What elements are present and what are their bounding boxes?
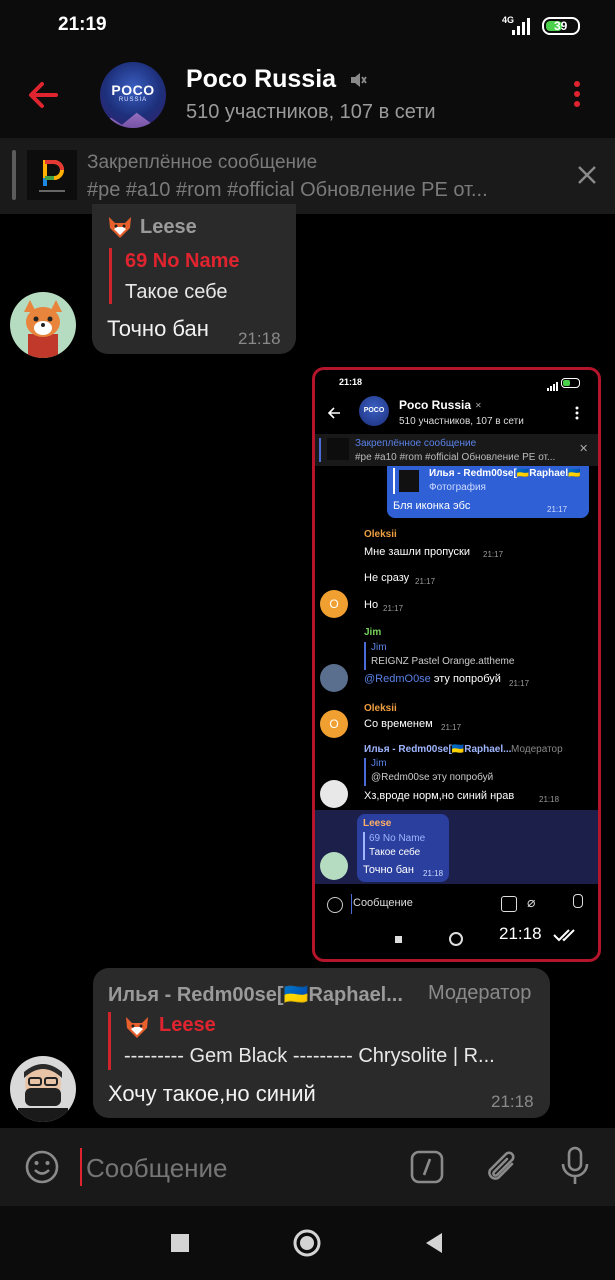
group-avatar: POCO (359, 396, 389, 426)
message-text: Точно бан (107, 316, 209, 341)
reply-sender[interactable]: Leese (159, 1014, 216, 1037)
message-text: Хочу такое,но синий (108, 1081, 316, 1106)
message-time: 21:18 (491, 1092, 534, 1111)
recents-button[interactable] (171, 1234, 189, 1252)
sender-name[interactable]: Leese (140, 216, 197, 239)
avatar: O (320, 590, 348, 618)
back-button[interactable] (424, 1232, 444, 1254)
double-check-icon (553, 928, 581, 942)
muted-icon: ✕ (475, 401, 482, 410)
avatar[interactable] (10, 1056, 76, 1122)
muted-icon (348, 70, 368, 90)
attach-icon[interactable] (484, 1148, 520, 1188)
reply-bar (108, 1012, 111, 1070)
sender-name[interactable]: Илья - Redm00se[🇺🇦Raphael... (108, 982, 403, 1007)
avatar (320, 780, 348, 808)
more-menu-icon[interactable] (570, 80, 584, 110)
home-button[interactable] (293, 1229, 321, 1257)
message-bubble: Leese 69 No Name Такое себе Точно бан 21… (357, 814, 449, 882)
text-cursor (80, 1148, 82, 1186)
fox-icon (124, 1014, 150, 1040)
group-title[interactable]: Poco Russia (186, 65, 336, 94)
reply-bar (109, 248, 112, 304)
role-label: Модератор (428, 982, 532, 1004)
message-bubble: Илья - Redm00se[🇺🇦Raphael🇺🇦 Фотография Б… (387, 466, 589, 518)
shot-time: 21:18 (339, 377, 363, 387)
message-time: 21:18 (238, 329, 281, 348)
overlay-time: 21:18 (499, 924, 542, 943)
group-subtitle: 510 участников, 107 в сети (186, 101, 436, 123)
pinned-message[interactable]: Закреплённое сообщение #pe #a10 #rom #of… (0, 138, 615, 214)
bot-commands-icon[interactable] (410, 1150, 444, 1184)
screenshot-image[interactable]: 21:18 POCO Poco Russia ✕ 510 участников,… (312, 367, 601, 962)
fox-icon (107, 214, 133, 240)
back-arrow-icon[interactable] (26, 78, 60, 112)
signal-icon: 4G (502, 15, 532, 36)
pinned-message: Закреплённое сообщение #pe #a10 #rom #of… (315, 434, 598, 466)
message-bubble[interactable]: Илья - Redm00se[🇺🇦Raphael... Модератор L… (93, 968, 550, 1118)
microphone-icon[interactable] (560, 1146, 590, 1188)
pixel-experience-logo (27, 150, 77, 200)
reply-sender[interactable]: 69 No Name (125, 250, 240, 273)
back-arrow-icon (327, 406, 341, 420)
pinned-bar (12, 150, 16, 200)
emoji-icon[interactable] (24, 1149, 60, 1185)
avatar (320, 852, 348, 880)
avatar (320, 664, 348, 692)
status-bar: 21:19 4G 39 (0, 0, 615, 52)
reply-text: --------- Gem Black --------- Chrysolite… (124, 1045, 495, 1067)
pinned-text: #pe #a10 #rom #official Обновление PE от… (87, 179, 488, 201)
shot-title: Poco Russia (399, 398, 472, 412)
avatar[interactable] (10, 292, 76, 358)
battery-icon (561, 378, 580, 388)
group-avatar[interactable]: POCO RUSSIA (100, 62, 166, 128)
signal-icon (545, 378, 559, 391)
message-input[interactable] (84, 1148, 388, 1188)
chat-header: POCO RUSSIA Poco Russia 510 участников, … (0, 52, 615, 138)
battery-icon: 39 (542, 17, 580, 35)
message-bubble[interactable]: Leese 69 No Name Такое себе Точно бан 21… (92, 204, 296, 354)
message-input-bar (0, 1128, 615, 1206)
status-time: 21:19 (58, 14, 107, 35)
close-icon[interactable] (576, 164, 598, 186)
pinned-title: Закреплённое сообщение (87, 152, 318, 173)
avatar: O (320, 710, 348, 738)
reply-text: Такое себе (125, 281, 228, 303)
shot-subtitle: 510 участников, 107 в сети (399, 416, 524, 427)
more-menu-icon (575, 406, 579, 420)
system-nav-bar (0, 1206, 615, 1280)
